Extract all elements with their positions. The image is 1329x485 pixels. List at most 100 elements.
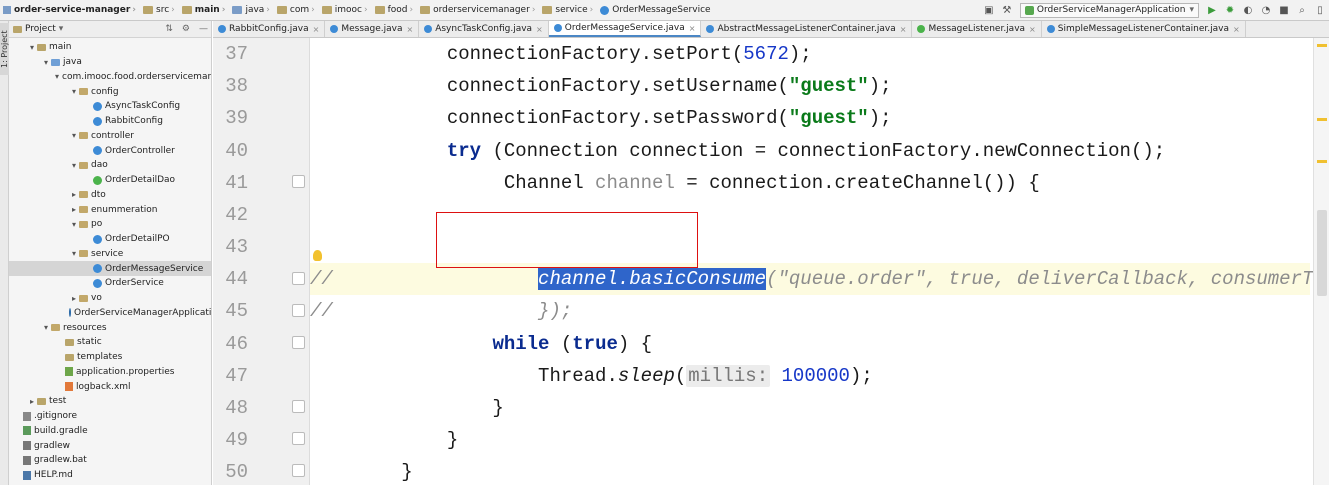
stop-icon[interactable]: ■ bbox=[1275, 1, 1293, 19]
project-structure-icon[interactable]: ▣ bbox=[980, 1, 998, 19]
fold-marker-icon[interactable] bbox=[292, 400, 305, 413]
tree-item[interactable]: OrderDetailPO bbox=[9, 232, 211, 247]
breadcrumb-item[interactable]: order-service-manager › bbox=[3, 5, 140, 15]
chevron-down-icon[interactable]: ▾ bbox=[69, 87, 79, 96]
editor-tab[interactable]: RabbitConfig.java × bbox=[213, 21, 326, 37]
package-icon bbox=[420, 6, 431, 14]
tree-item[interactable]: ▾ main bbox=[9, 40, 211, 55]
debug-icon[interactable]: ✹ bbox=[1221, 1, 1239, 19]
warning-marker[interactable] bbox=[1317, 44, 1327, 47]
tree-item[interactable]: ▾ dao bbox=[9, 158, 211, 173]
tree-item[interactable]: ▾ java bbox=[9, 55, 211, 70]
breadcrumb-item[interactable]: imooc › bbox=[321, 5, 372, 15]
fold-marker-icon[interactable] bbox=[292, 464, 305, 477]
tree-item[interactable]: application.properties bbox=[9, 365, 211, 380]
line-number: 45 bbox=[225, 300, 248, 322]
more-icon[interactable]: ▯ bbox=[1311, 1, 1329, 19]
tree-item[interactable]: static bbox=[9, 335, 211, 350]
breadcrumb-item[interactable]: service › bbox=[542, 5, 597, 15]
fold-marker-icon[interactable] bbox=[292, 336, 305, 349]
tree-item[interactable]: ▸ enummeration bbox=[9, 202, 211, 217]
project-panel-title[interactable]: Project bbox=[25, 24, 56, 34]
chevron-down-icon[interactable]: ▾ bbox=[69, 220, 79, 229]
warning-marker[interactable] bbox=[1317, 118, 1327, 121]
editor-scrollbar[interactable] bbox=[1313, 38, 1329, 485]
chevron-down-icon[interactable]: ▾ bbox=[59, 24, 64, 34]
chevron-right-icon[interactable]: ▸ bbox=[69, 294, 79, 303]
build-hammer-icon[interactable]: ⚒ bbox=[998, 1, 1016, 19]
fold-marker-icon[interactable] bbox=[292, 175, 305, 188]
tree-item[interactable]: gradlew.bat bbox=[9, 453, 211, 468]
chevron-down-icon[interactable]: ▾ bbox=[27, 43, 37, 52]
tree-item[interactable]: OrderService bbox=[9, 276, 211, 291]
tree-item[interactable]: HELP.md bbox=[9, 468, 211, 483]
tree-item[interactable]: OrderDetailDao bbox=[9, 173, 211, 188]
tree-item[interactable]: ▾ service bbox=[9, 247, 211, 262]
breadcrumb-item[interactable]: java › bbox=[232, 5, 273, 15]
chevron-right-icon[interactable]: ▸ bbox=[27, 397, 37, 406]
close-icon[interactable]: × bbox=[407, 25, 414, 34]
tree-item[interactable]: ▸ test bbox=[9, 394, 211, 409]
editor-tab[interactable]: SimpleMessageListenerContainer.java × bbox=[1042, 21, 1246, 37]
class-icon bbox=[93, 278, 102, 288]
editor-tab[interactable]: Message.java × bbox=[325, 21, 420, 37]
tree-item[interactable]: ▸ dto bbox=[9, 188, 211, 203]
tree-item[interactable]: ▾ resources bbox=[9, 320, 211, 335]
editor-tab[interactable]: AsyncTaskConfig.java × bbox=[419, 21, 549, 37]
profile-icon[interactable]: ◔ bbox=[1257, 1, 1275, 19]
tree-item[interactable]: ▾ config bbox=[9, 84, 211, 99]
breadcrumb-item[interactable]: src › bbox=[143, 5, 179, 15]
tree-item[interactable]: RabbitConfig bbox=[9, 114, 211, 129]
warning-marker[interactable] bbox=[1317, 160, 1327, 163]
close-icon[interactable]: × bbox=[900, 25, 907, 34]
hide-panel-icon[interactable]: — bbox=[199, 24, 208, 34]
breadcrumb-item[interactable]: food › bbox=[374, 5, 418, 15]
tree-item[interactable]: ▾ po bbox=[9, 217, 211, 232]
chevron-right-icon[interactable]: ▸ bbox=[69, 190, 79, 199]
collapse-all-icon[interactable]: ⇅ bbox=[165, 24, 173, 34]
close-icon[interactable]: × bbox=[536, 25, 543, 34]
run-icon[interactable]: ▶ bbox=[1203, 1, 1221, 19]
chevron-right-icon[interactable]: ▸ bbox=[69, 205, 79, 214]
tree-item[interactable]: OrderServiceManagerApplication bbox=[9, 306, 211, 321]
chevron-down-icon[interactable]: ▾ bbox=[41, 58, 51, 67]
tree-item[interactable]: .gitignore bbox=[9, 409, 211, 424]
tree-item[interactable]: gradlew bbox=[9, 438, 211, 453]
tree-item[interactable]: ▾ controller bbox=[9, 129, 211, 144]
breadcrumb-item[interactable]: orderservicemanager › bbox=[420, 5, 539, 15]
class-icon bbox=[600, 5, 610, 15]
tree-item[interactable]: logback.xml bbox=[9, 379, 211, 394]
run-configuration-select[interactable]: OrderServiceManagerApplication ▾ bbox=[1019, 2, 1199, 18]
chevron-down-icon[interactable]: ▾ bbox=[69, 161, 79, 170]
chevron-down-icon[interactable]: ▾ bbox=[55, 72, 59, 81]
editor-tab[interactable]: MessageListener.java × bbox=[912, 21, 1042, 37]
close-icon[interactable]: × bbox=[313, 25, 320, 34]
tree-item[interactable]: build.gradle bbox=[9, 424, 211, 439]
tree-item[interactable]: ▾com.imooc.food.orderservicemanager bbox=[9, 70, 211, 85]
breadcrumb-item[interactable]: com › bbox=[276, 5, 319, 15]
breadcrumb-item[interactable]: main › bbox=[181, 5, 230, 15]
chevron-down-icon[interactable]: ▾ bbox=[69, 249, 79, 258]
code-editor[interactable]: 37 38 39 40 41 42 43 44 45 46 47 48 49 50 connectionF… bbox=[213, 38, 1329, 485]
close-icon[interactable]: × bbox=[1233, 25, 1240, 34]
fold-marker-icon[interactable] bbox=[292, 304, 305, 317]
chevron-down-icon[interactable]: ▾ bbox=[69, 131, 79, 140]
tree-item[interactable]: templates bbox=[9, 350, 211, 365]
tree-item[interactable]: OrderMessageService bbox=[9, 261, 211, 276]
gear-icon[interactable]: ⚙ bbox=[182, 24, 190, 34]
fold-marker-icon[interactable] bbox=[292, 272, 305, 285]
tree-item[interactable]: OrderController bbox=[9, 143, 211, 158]
close-icon[interactable]: × bbox=[1029, 25, 1036, 34]
tree-item[interactable]: AsyncTaskConfig bbox=[9, 99, 211, 114]
editor-tab[interactable]: AbstractMessageListenerContainer.java × bbox=[701, 21, 913, 37]
chevron-down-icon[interactable]: ▾ bbox=[41, 323, 51, 332]
coverage-icon[interactable]: ◐ bbox=[1239, 1, 1257, 19]
project-tool-tab[interactable]: 1: Project bbox=[0, 23, 9, 75]
breadcrumb-item[interactable]: OrderMessageService bbox=[600, 5, 711, 15]
editor-tab[interactable]: OrderMessageService.java × bbox=[548, 21, 702, 37]
tree-item[interactable]: ▸ vo bbox=[9, 291, 211, 306]
close-icon[interactable]: × bbox=[689, 24, 696, 33]
scrollbar-thumb[interactable] bbox=[1317, 210, 1327, 296]
search-icon[interactable]: ⌕ bbox=[1293, 1, 1311, 19]
fold-marker-icon[interactable] bbox=[292, 432, 305, 445]
